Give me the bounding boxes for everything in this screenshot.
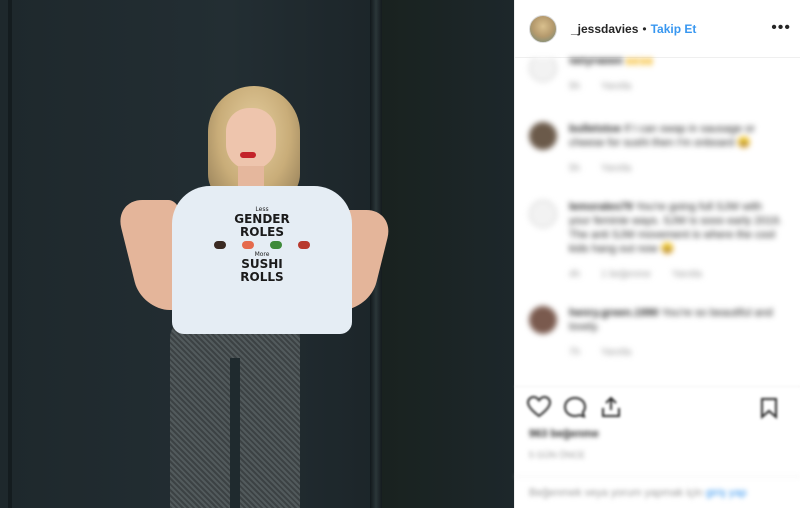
comment-body: fattyrabbit 🙌🙌 5h Yanıtla xyxy=(569,58,783,94)
post-timestamp: 5 GÜN ÖNCE xyxy=(529,450,586,460)
shirt-line-3: ROLES xyxy=(240,225,284,239)
comment-item: bulletstoe If I can swap in sausage or c… xyxy=(515,122,800,176)
reply-link[interactable]: Yanıtla xyxy=(601,81,631,92)
add-comment-prompt: Beğenmek veya yorum yapmak için giriş ya… xyxy=(515,476,800,508)
sushi-icons xyxy=(214,241,310,249)
shirt-line-6: ROLLS xyxy=(240,270,284,284)
username-link[interactable]: _jessdavies xyxy=(571,22,638,36)
sushi-icon xyxy=(270,241,282,249)
sushi-icon xyxy=(298,241,310,249)
add-comment-text: Beğenmek veya yorum yapmak için xyxy=(529,487,706,499)
comment-body: henry.green.1990 You're so beautiful and… xyxy=(569,306,783,360)
comment-item: lemorales79 You're going full SJW with y… xyxy=(515,200,800,282)
comment-avatar[interactable] xyxy=(529,306,557,334)
comment-avatar[interactable] xyxy=(529,200,557,228)
comments-list[interactable]: fattyrabbit 🙌🙌 5h Yanıtla bulletstoe If … xyxy=(515,58,800,386)
knit-pants xyxy=(170,318,300,508)
comment-time: 7h xyxy=(569,347,581,358)
comment-item: fattyrabbit 🙌🙌 5h Yanıtla xyxy=(515,58,800,94)
post-header: _jessdavies • Takip Et ••• xyxy=(515,0,800,58)
comment-icon[interactable] xyxy=(563,396,587,418)
comment-body: bulletstoe If I can swap in sausage or c… xyxy=(569,122,783,176)
comment-time: 5h xyxy=(569,81,581,92)
comment-time: 5h xyxy=(569,163,581,174)
reply-link[interactable]: Yanıtla xyxy=(601,347,631,358)
more-options-icon[interactable]: ••• xyxy=(771,20,791,36)
avatar[interactable] xyxy=(529,14,557,43)
instagram-post: Less GENDER ROLES More SUSHI ROLLS _jess… xyxy=(0,0,800,508)
comment-item: henry.green.1990 You're so beautiful and… xyxy=(515,306,800,360)
shirt-slogan: Less GENDER ROLES More SUSHI ROLLS xyxy=(214,206,310,284)
heart-icon[interactable] xyxy=(527,395,551,418)
bookmark-icon[interactable] xyxy=(759,397,779,419)
sushi-icon xyxy=(242,241,254,249)
comment-username[interactable]: henry.green.1990 xyxy=(569,307,659,319)
likes-count[interactable]: 963 beğenme xyxy=(529,428,599,440)
comment-meta: 7h Yanıtla xyxy=(569,346,783,360)
comment-username[interactable]: bulletstoe xyxy=(569,123,621,135)
comment-body: lemorales79 You're going full SJW with y… xyxy=(569,200,783,282)
comment-meta: 5h Yanıtla xyxy=(569,80,783,94)
post-photo[interactable]: Less GENDER ROLES More SUSHI ROLLS xyxy=(0,0,514,508)
comment-text: 🙌🙌 xyxy=(625,58,654,67)
comment-time: 4h xyxy=(569,269,581,280)
comment-meta: 4h 1 beğenme Yanıtla xyxy=(569,268,783,282)
reply-link[interactable]: Yanıtla xyxy=(672,269,702,280)
sushi-icon xyxy=(214,241,226,249)
login-link[interactable]: giriş yap xyxy=(706,487,747,499)
follow-button[interactable]: Takip Et xyxy=(651,22,697,36)
separator-dot: • xyxy=(642,21,647,36)
action-bar xyxy=(515,386,800,426)
comment-meta: 5h Yanıtla xyxy=(569,162,783,176)
person-figure: Less GENDER ROLES More SUSHI ROLLS xyxy=(0,0,514,508)
lips xyxy=(240,152,256,158)
post-side-panel: _jessdavies • Takip Et ••• fattyrabbit 🙌… xyxy=(514,0,800,508)
face xyxy=(226,108,276,170)
comment-username[interactable]: fattyrabbit xyxy=(569,58,623,67)
share-icon[interactable] xyxy=(599,396,623,418)
comment-likes[interactable]: 1 beğenme xyxy=(601,269,651,280)
comment-avatar[interactable] xyxy=(529,58,557,82)
comment-username[interactable]: lemorales79 xyxy=(569,201,633,213)
comment-avatar[interactable] xyxy=(529,122,557,150)
reply-link[interactable]: Yanıtla xyxy=(601,163,631,174)
